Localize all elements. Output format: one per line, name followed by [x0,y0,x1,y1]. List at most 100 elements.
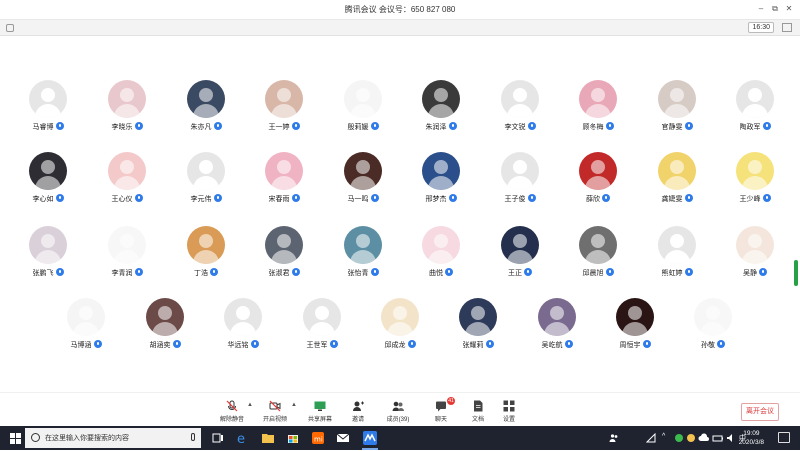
start-video-button[interactable]: 开启视频 [255,399,295,425]
leave-meeting-button[interactable]: 离开会议 [741,403,779,421]
chat-button[interactable]: 41 聊天 [421,397,461,425]
participant-tile[interactable]: 邱晨旭 [558,226,638,288]
participant-tile[interactable]: 李文锐 [480,80,560,142]
participant-tile[interactable]: 邱成龙 [360,298,440,360]
participant-avatar [29,152,67,190]
participant-name: 王世军 [306,342,328,349]
participant-tile[interactable]: 马博涵 [46,298,126,360]
file-explorer-icon[interactable] [260,430,276,446]
participant-name: 华远铭 [227,342,249,349]
unmute-button[interactable]: 解除静音 [212,399,252,425]
participant-name: 丁浩 [194,270,208,277]
task-view-icon[interactable] [210,430,226,446]
cloud-icon[interactable] [698,433,710,445]
maximize-button[interactable]: ⧉ [768,2,782,16]
participant-name-row: 王子俊 [480,194,560,204]
participant-tile[interactable]: 朱润泽 [401,80,481,142]
mail-icon[interactable] [335,430,351,446]
tray-expand-icon[interactable]: ^ [662,433,665,440]
participant-tile[interactable]: 吴静 [715,226,795,288]
participant-tile[interactable]: 李元伟 [166,152,246,214]
mic-status-icon [762,122,771,130]
share-screen-button[interactable]: 共享屏幕 [300,399,340,425]
participant-tile[interactable]: 张怡青 [323,226,403,288]
security-shield-icon[interactable] [6,24,14,32]
participant-tile[interactable]: 王子俊 [480,152,560,214]
minimize-button[interactable]: – [754,2,768,16]
tray-app-icon[interactable] [686,433,696,445]
participant-tile[interactable]: 华远铭 [203,298,283,360]
fullscreen-icon[interactable] [782,23,792,32]
participant-tile[interactable]: 李心如 [8,152,88,214]
participant-tile[interactable]: 宋春雨 [244,152,324,214]
clock-time: 19:09 [743,430,760,437]
participant-tile[interactable]: 马睿博 [8,80,88,142]
voice-search-icon[interactable] [191,433,195,441]
edge-browser-icon[interactable]: e [235,430,251,447]
participant-tile[interactable]: 李晓乐 [87,80,167,142]
participant-tile[interactable]: 邢梦杰 [401,152,481,214]
participant-tile[interactable]: 龚婕雯 [637,152,717,214]
scrollbar-thumb[interactable] [794,260,798,286]
participant-tile[interactable]: 张淑君 [244,226,324,288]
participant-tile[interactable]: 王正 [480,226,560,288]
windows-start-icon[interactable] [10,433,21,444]
wechat-tray-icon[interactable] [674,433,684,445]
participant-tile[interactable]: 王心仪 [87,152,167,214]
participant-name-row: 张鹏飞 [8,268,88,278]
participant-tile[interactable]: 朱亦凡 [166,80,246,142]
share-screen-label: 共享屏幕 [307,417,332,423]
people-icon[interactable] [609,433,619,445]
participant-tile[interactable]: 曲悦 [401,226,481,288]
participant-tile[interactable]: 王一婷 [244,80,324,142]
participant-name: 龚婕雯 [661,196,683,203]
participant-tile[interactable]: 吴屹航 [517,298,597,360]
participant-tile[interactable]: 张耀莉 [438,298,518,360]
video-options-caret-icon[interactable]: ▲ [291,402,297,408]
battery-icon[interactable] [712,433,724,445]
system-clock[interactable]: 19:09 2020/3/8 [739,429,764,447]
store-icon[interactable] [285,430,301,446]
participant-tile[interactable]: 殷莉媛 [323,80,403,142]
participant-tile[interactable]: 李青润 [87,226,167,288]
mi-app-icon[interactable]: mi [310,430,326,446]
participant-tile[interactable]: 马一鸣 [323,152,403,214]
participant-tile[interactable]: 丁浩 [166,226,246,288]
participant-name: 邱成龙 [384,342,406,349]
participant-tile[interactable]: 顾冬梅 [558,80,638,142]
participant-tile[interactable]: 张鹏飞 [8,226,88,288]
volume-icon[interactable] [726,433,736,445]
participant-name-row: 张怡青 [323,268,403,278]
participant-name-row: 吴屹航 [517,340,597,350]
participant-tile[interactable]: 薛欣 [558,152,638,214]
participant-avatar [187,226,225,264]
participant-tile[interactable]: 周恒宇 [595,298,675,360]
mic-status-icon [370,268,379,276]
participant-tile[interactable]: 官静雯 [637,80,717,142]
participant-tile[interactable]: 王世军 [282,298,362,360]
invite-button[interactable]: 邀请 [338,399,378,425]
participant-name: 李文锐 [504,124,526,131]
network-icon[interactable] [645,432,656,445]
participant-tile[interactable]: 孙敬 [673,298,753,360]
tencent-meeting-taskbar-icon[interactable] [362,430,378,450]
participant-name-row: 张耀莉 [438,340,518,350]
notification-center-icon[interactable] [778,432,790,443]
svg-text:e: e [237,432,245,446]
settings-button[interactable]: 设置 [489,399,529,425]
participant-name: 王子俊 [504,196,526,203]
participant-tile[interactable]: 陶政军 [715,80,795,142]
participant-tile[interactable]: 胡涵奕 [125,298,205,360]
meeting-timer: 16:30 [748,22,774,33]
mic-status-icon [759,268,767,276]
participant-name: 胡涵奕 [149,342,171,349]
taskbar-search-box[interactable]: 在这里输入你要搜索的内容 [25,428,201,448]
participant-tile[interactable]: 熊虹婷 [637,226,717,288]
participant-name: 李元伟 [190,196,212,203]
audio-options-caret-icon[interactable]: ▲ [247,402,253,408]
invite-label: 邀请 [351,417,364,423]
mic-status-icon [527,194,536,202]
close-button[interactable]: ✕ [782,2,796,16]
members-button[interactable]: 成员(39) [378,399,418,425]
participant-tile[interactable]: 王少峰 [715,152,795,214]
